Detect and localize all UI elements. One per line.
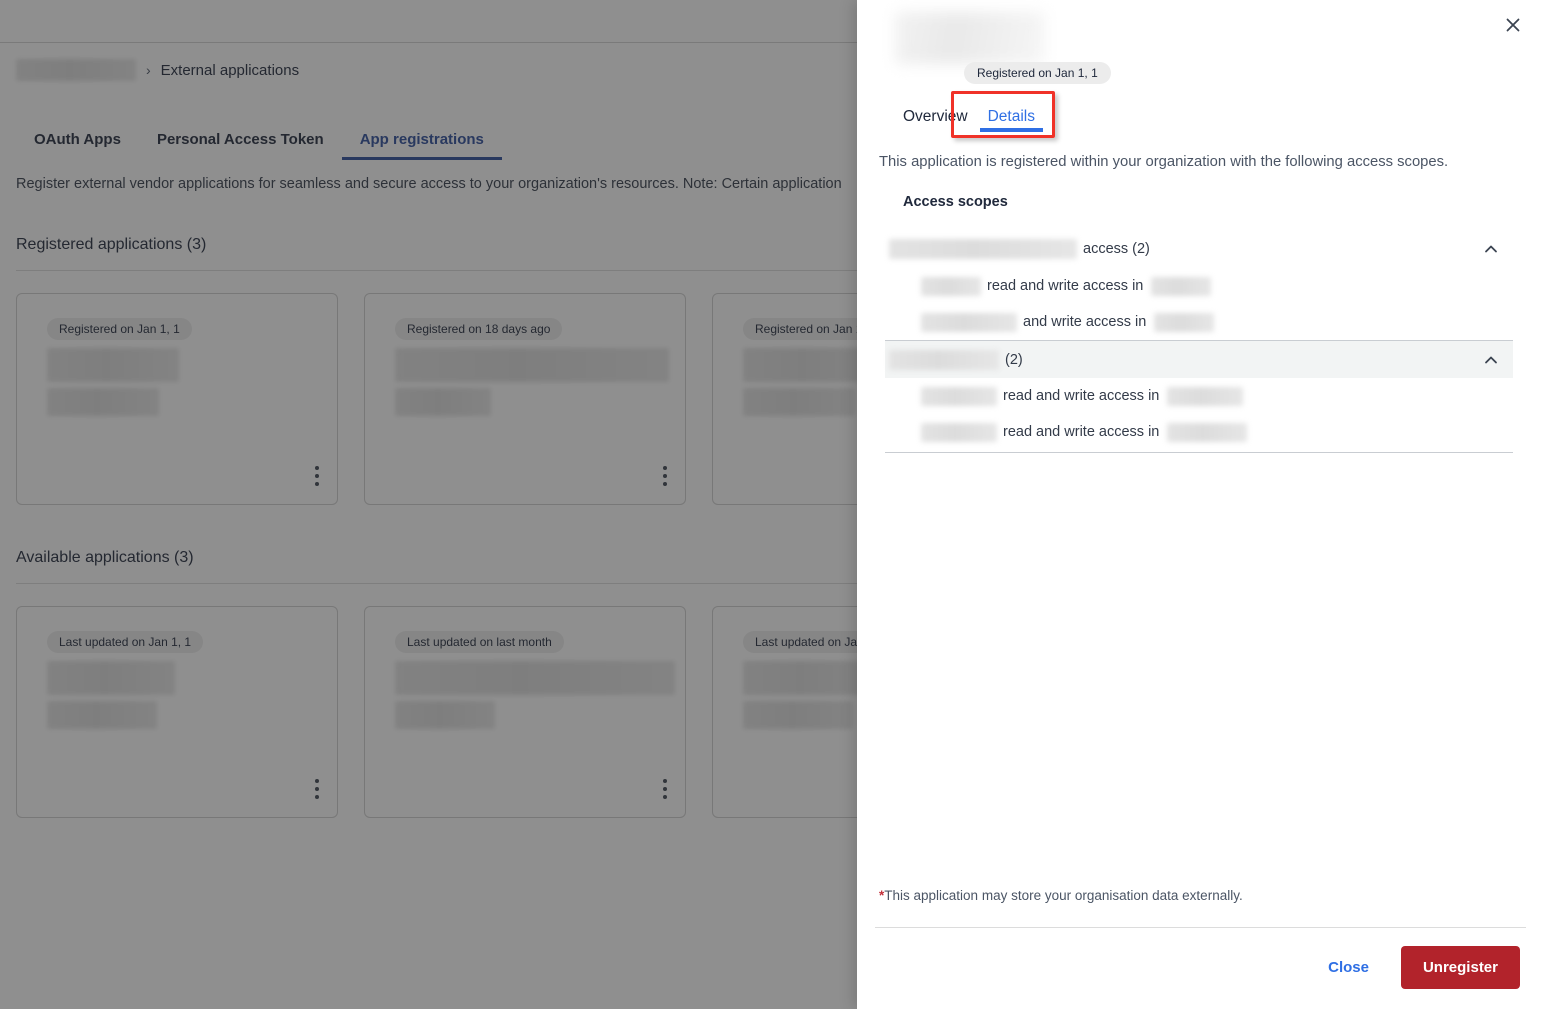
scope-group-name-redacted	[889, 239, 1077, 259]
scope-item-suffix-redacted	[1151, 276, 1212, 296]
chevron-up-icon[interactable]	[1483, 352, 1499, 368]
scope-item-prefix-redacted	[921, 386, 997, 406]
close-button[interactable]: Close	[1306, 949, 1391, 986]
footnote-text: This application may store your organisa…	[884, 888, 1243, 903]
panel-footer: Close Unregister	[857, 928, 1544, 1009]
scope-group-label: access (2)	[889, 239, 1150, 259]
scope-group-header[interactable]: access (2)	[885, 230, 1513, 268]
scope-item-text: and write access in	[1023, 314, 1147, 330]
close-icon[interactable]	[1500, 12, 1526, 38]
tab-overview[interactable]: Overview	[893, 106, 978, 140]
scope-item-suffix-redacted	[1167, 422, 1248, 442]
scope-item: and write access in	[885, 304, 1513, 340]
chevron-up-icon[interactable]	[1483, 241, 1499, 257]
scope-group-label-text: (2)	[1005, 351, 1023, 368]
scope-item-prefix-redacted	[921, 276, 981, 296]
scope-group-label-text: access (2)	[1083, 241, 1150, 257]
scope-item: read and write access in	[885, 268, 1513, 304]
scope-item: read and write access in	[885, 414, 1513, 450]
application-name-redacted	[895, 12, 1045, 64]
panel-header: Registered on Jan 1, 1	[857, 0, 1544, 92]
access-scopes-list: access (2) read and write access in and …	[885, 230, 1513, 453]
tab-details[interactable]: Details	[978, 106, 1045, 140]
access-scopes-heading: Access scopes	[903, 194, 1008, 210]
scope-group-label: (2)	[889, 349, 1023, 370]
application-details-panel: Registered on Jan 1, 1 Overview Details …	[857, 0, 1544, 1009]
scope-item-text: read and write access in	[1003, 388, 1160, 404]
scope-item: read and write access in	[885, 378, 1513, 414]
scope-item-suffix-redacted	[1167, 386, 1244, 406]
scope-group-name-redacted	[889, 349, 999, 370]
registration-date-badge: Registered on Jan 1, 1	[964, 62, 1111, 84]
scope-item-prefix-redacted	[921, 422, 997, 442]
app-root: › External applications OAuth Apps Perso…	[0, 0, 1544, 1009]
scope-item-prefix-redacted	[921, 312, 1017, 332]
panel-description: This application is registered within yo…	[879, 154, 1449, 170]
scope-item-suffix-redacted	[1154, 312, 1215, 332]
panel-footnote: *This application may store your organis…	[857, 888, 1544, 903]
scope-item-text: read and write access in	[1003, 424, 1160, 440]
scope-item-text: read and write access in	[987, 278, 1144, 294]
panel-tabs: Overview Details	[857, 91, 1544, 140]
panel-spacer	[857, 453, 1544, 888]
scope-group-header[interactable]: (2)	[885, 340, 1513, 378]
unregister-button[interactable]: Unregister	[1400, 946, 1520, 989]
